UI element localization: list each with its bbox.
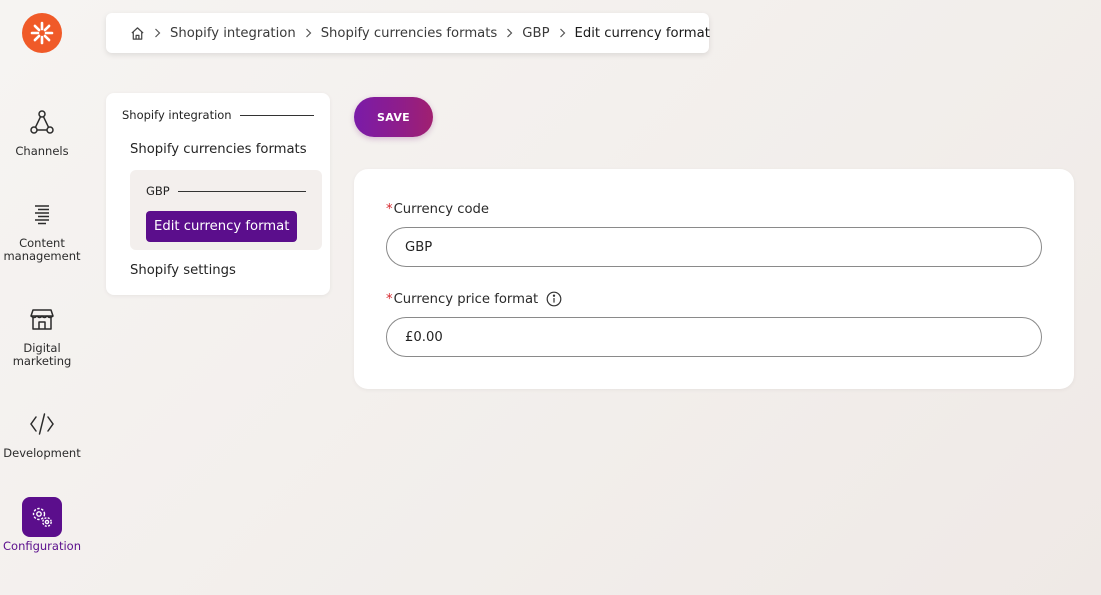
currency-price-format-label: * Currency price format <box>386 291 562 307</box>
tree-item-label: Shopify integration <box>122 108 232 122</box>
tree-divider <box>239 114 314 116</box>
tree-item-shopify-integration[interactable]: Shopify integration <box>122 108 314 122</box>
rail-item-content-management[interactable]: Content management <box>0 194 84 263</box>
breadcrumb-current: Edit currency format <box>574 25 710 41</box>
rail-label-content-management: Content management <box>3 236 81 263</box>
kentico-logo[interactable] <box>22 13 62 53</box>
chevron-right-icon <box>559 28 566 38</box>
tree-item-shopify-settings[interactable]: Shopify settings <box>130 263 236 278</box>
save-button[interactable]: SAVE <box>354 97 433 137</box>
currency-price-format-input[interactable] <box>386 317 1042 357</box>
breadcrumb-gbp[interactable]: GBP <box>522 26 549 41</box>
rail-label-digital-marketing: Digital marketing <box>12 341 72 368</box>
logo-burst-icon <box>30 21 54 45</box>
app-rail: Channels Content management Digital mark <box>0 0 84 595</box>
tree-item-currencies-formats[interactable]: Shopify currencies formats <box>130 142 307 157</box>
home-icon[interactable] <box>130 26 145 41</box>
chevron-right-icon <box>305 28 312 38</box>
gears-icon <box>22 497 62 537</box>
channels-icon <box>22 102 62 142</box>
tree-navigation: Shopify integration Shopify currencies f… <box>106 93 330 295</box>
tree-item-gbp[interactable]: GBP <box>146 184 306 198</box>
content-management-icon <box>22 194 62 234</box>
currency-code-label-text: Currency code <box>393 202 490 217</box>
rail-label-configuration: Configuration <box>3 539 81 553</box>
rail-item-channels[interactable]: Channels <box>0 102 84 158</box>
currency-code-input[interactable] <box>386 227 1042 267</box>
breadcrumb: Shopify integration Shopify currencies f… <box>106 13 710 53</box>
chevron-right-icon <box>506 28 513 38</box>
rail-label-channels: Channels <box>15 144 69 158</box>
rail-item-digital-marketing[interactable]: Digital marketing <box>0 299 84 368</box>
breadcrumb-shopify-integration[interactable]: Shopify integration <box>170 26 296 41</box>
info-icon[interactable] <box>546 291 562 307</box>
tree-divider <box>177 190 306 192</box>
tree-item-label: GBP <box>146 184 170 198</box>
required-marker: * <box>386 291 393 307</box>
rail-item-configuration[interactable]: Configuration <box>0 497 84 553</box>
rail-label-development: Development <box>3 446 81 460</box>
breadcrumb-currencies-formats[interactable]: Shopify currencies formats <box>321 26 498 41</box>
digital-marketing-icon <box>22 299 62 339</box>
currency-format-form: * Currency code * Currency price format <box>354 169 1074 389</box>
code-icon <box>22 404 62 444</box>
tree-group-gbp: GBP Edit currency format <box>130 170 322 250</box>
chevron-right-icon <box>154 28 161 38</box>
currency-price-format-label-text: Currency price format <box>393 291 539 307</box>
required-marker: * <box>386 202 393 217</box>
rail-item-development[interactable]: Development <box>0 404 84 460</box>
currency-code-label: * Currency code <box>386 202 489 217</box>
tree-item-edit-currency-format[interactable]: Edit currency format <box>146 211 298 242</box>
